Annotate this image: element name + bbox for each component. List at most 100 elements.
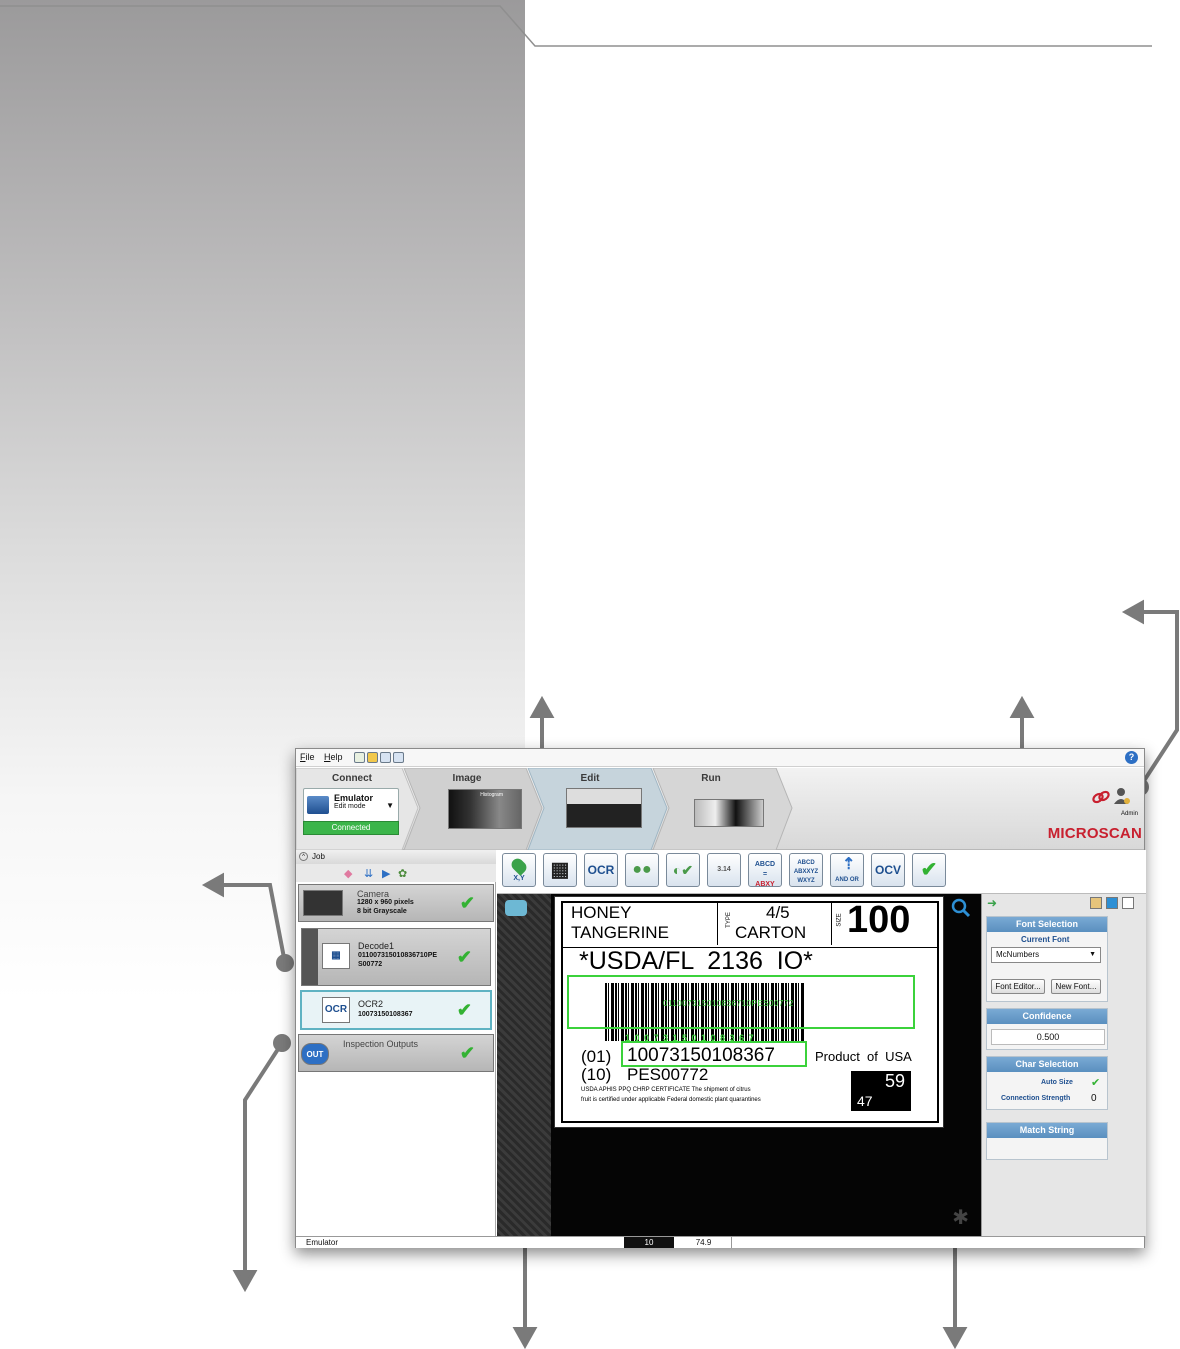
logic-tool[interactable]: ⇡ AND OR xyxy=(830,853,864,887)
ocv-tool[interactable]: OCV xyxy=(871,853,905,887)
edit-thumbnail[interactable] xyxy=(566,788,642,828)
section-heading: Font Selection xyxy=(987,917,1107,932)
char-selection-section: Char Selection Auto Size ✔ Connection St… xyxy=(986,1056,1108,1110)
step-edit[interactable]: Edit xyxy=(540,773,640,784)
confidence-value[interactable]: 0.500 xyxy=(991,1029,1105,1045)
label-unit: CARTON xyxy=(735,923,807,942)
zoom-icon[interactable] xyxy=(951,898,971,918)
check-icon: ✔ xyxy=(456,947,472,967)
app-window: File Help ? Connect Image Edit Run Emula… xyxy=(295,748,1146,1248)
ocr-tool[interactable]: OCR xyxy=(584,853,618,887)
stage: File Help ? Connect Image Edit Run Emula… xyxy=(0,0,1180,1349)
verify-tool[interactable]: ✔ xyxy=(912,853,946,887)
job-item-detail: 1280 x 960 pixels 8 bit Grayscale xyxy=(357,899,414,915)
status-value-2: 74.9 xyxy=(676,1237,732,1248)
camera-thumbnail xyxy=(303,890,343,916)
save-icon[interactable] xyxy=(380,752,391,763)
job-item-camera[interactable]: Camera 1280 x 960 pixels 8 bit Grayscale … xyxy=(298,884,494,922)
ocr-tool-icon: OCR xyxy=(322,997,350,1023)
font-select-value: McNumbers xyxy=(996,950,1040,959)
monitor-icon xyxy=(307,796,329,814)
label-ai1: (01) xyxy=(581,1047,612,1066)
layout-icon[interactable] xyxy=(1090,897,1102,909)
brand-logo: MICROSCAN xyxy=(1047,825,1142,842)
play-icon[interactable]: ▶ xyxy=(382,867,390,880)
collapse-icon[interactable]: ^ xyxy=(299,852,308,861)
check-icon[interactable]: ✔ xyxy=(1091,1076,1100,1089)
eraser-icon[interactable]: ◆ xyxy=(344,867,352,880)
menu-file[interactable]: File xyxy=(300,752,315,762)
pin-icon xyxy=(509,856,529,876)
device-mode: Edit mode xyxy=(334,803,366,810)
callout-edit-head xyxy=(529,695,555,718)
settings-icon[interactable]: ✿ xyxy=(398,867,407,880)
divider xyxy=(717,903,718,945)
presence-icon: ◐✔ xyxy=(672,862,694,878)
menu-bar: File Help ? xyxy=(296,749,1144,767)
section-heading: Match String xyxy=(987,1123,1107,1138)
current-font-label: Current Font xyxy=(1021,935,1070,944)
fork-arrow-icon: ⇡ xyxy=(842,856,856,873)
string-match-tool[interactable]: ABCD = ABXY xyxy=(748,853,782,888)
check-icon: ✔ xyxy=(456,1000,472,1020)
device-selector[interactable]: Emulator Edit mode ▼ xyxy=(303,788,399,822)
admin-user-icon[interactable] xyxy=(1112,787,1132,809)
locate-xy-label: X,Y xyxy=(513,875,525,882)
callout-outputs-arrow xyxy=(243,1041,284,1272)
link-icon[interactable] xyxy=(1092,790,1110,804)
camera-icon[interactable] xyxy=(505,900,527,916)
run-thumbnail[interactable] xyxy=(694,799,764,827)
label-border: HONEY TANGERINE TYPE 4/5 CARTON SIZE 100… xyxy=(561,899,939,1123)
job-title: Job xyxy=(312,852,325,861)
status-value-1: 10 xyxy=(624,1237,674,1248)
step-image[interactable]: Image xyxy=(417,773,517,784)
save-as-icon[interactable] xyxy=(393,752,404,763)
split-view-icon[interactable] xyxy=(1106,897,1118,909)
logic-label: AND OR xyxy=(835,877,859,883)
open-folder-icon[interactable] xyxy=(367,752,378,763)
measure-tool[interactable]: 3.14 xyxy=(707,853,741,887)
label-lot-box: 59 47 xyxy=(851,1071,911,1111)
divider xyxy=(831,903,832,945)
histogram-thumbnail[interactable]: Histogram xyxy=(448,789,522,829)
callout-props-head xyxy=(942,1327,968,1349)
job-item-decode[interactable]: ▦ Decode1 011007315010836710PE S00772 ✔ xyxy=(301,928,491,986)
gear-icon[interactable]: ✱ xyxy=(952,1205,969,1230)
step-run[interactable]: Run xyxy=(661,773,761,784)
callout-admin-head xyxy=(1121,599,1144,625)
step-down-icon[interactable]: ⇊ xyxy=(364,867,373,880)
font-editor-button[interactable]: Font Editor... xyxy=(991,979,1045,994)
connection-strength-value[interactable]: 0 xyxy=(1091,1093,1097,1104)
label-lot: PES00772 xyxy=(627,1065,709,1084)
connection-strength-label: Connection Strength xyxy=(1001,1095,1071,1102)
job-item-name: OCR2 xyxy=(358,999,384,1009)
verify-check-icon: ✔ xyxy=(920,859,938,881)
job-item-name: Inspection Outputs xyxy=(343,1039,419,1049)
help-icon[interactable]: ? xyxy=(1125,751,1138,764)
filmstrip[interactable] xyxy=(497,894,551,1236)
locate-xy-tool[interactable]: X,Y xyxy=(502,853,536,887)
apply-icon[interactable]: ➜ xyxy=(987,896,997,910)
check-icon: ✔ xyxy=(459,893,475,913)
font-select[interactable]: McNumbers ▼ xyxy=(991,947,1101,963)
callout-admin-arrow xyxy=(1138,610,1179,789)
job-item-outputs[interactable]: OUT Inspection Outputs ✔ xyxy=(298,1034,494,1072)
section-heading: Char Selection xyxy=(987,1057,1107,1072)
minimize-icon[interactable] xyxy=(1122,897,1134,909)
label-usda: *USDA/FL 2136 IO* xyxy=(579,947,813,975)
new-job-icon[interactable] xyxy=(354,752,365,763)
callout-outputs-dot xyxy=(273,1034,291,1052)
count-tool[interactable]: ●● xyxy=(625,853,659,887)
menu-help[interactable]: Help xyxy=(324,752,343,762)
callout-outputs-head xyxy=(232,1270,258,1293)
image-view[interactable]: HONEY TANGERINE TYPE 4/5 CARTON SIZE 100… xyxy=(497,894,981,1236)
step-connect[interactable]: Connect xyxy=(302,773,402,784)
label-box-bottom: 47 xyxy=(857,1093,873,1109)
decode-tool[interactable]: ▦ xyxy=(543,853,577,887)
string-list-tool[interactable]: ABCD ABXXYZ WXYZ xyxy=(789,853,823,887)
job-header[interactable]: ^ Job xyxy=(296,850,496,864)
presence-tool[interactable]: ◐✔ xyxy=(666,853,700,887)
new-font-button[interactable]: New Font... xyxy=(1051,979,1101,994)
job-item-ocr[interactable]: OCR OCR2 10073150108367 ✔ xyxy=(300,990,492,1030)
chevron-down-icon: ▼ xyxy=(1089,951,1096,958)
